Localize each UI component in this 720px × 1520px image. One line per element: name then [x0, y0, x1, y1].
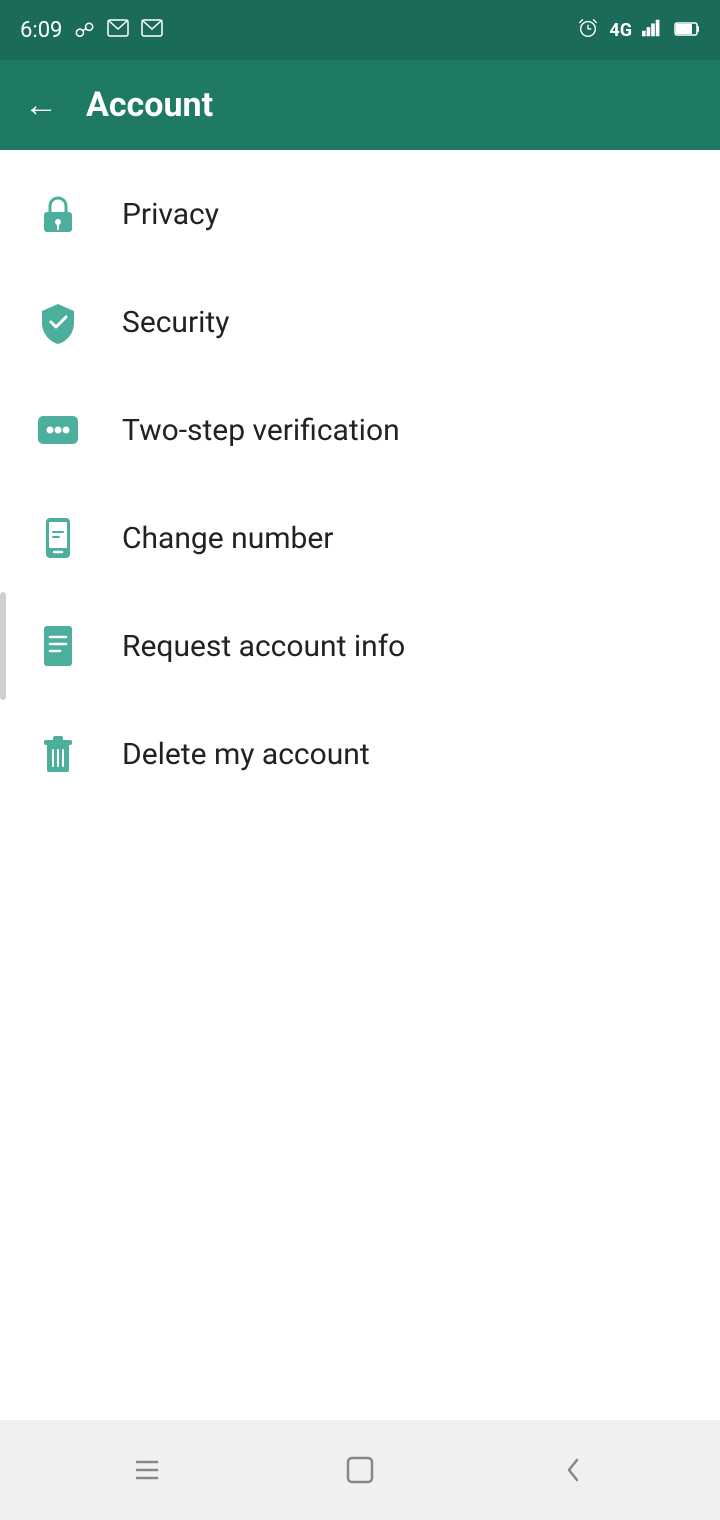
trash-icon	[30, 726, 86, 782]
back-nav-button[interactable]	[533, 1440, 613, 1500]
lock-icon	[30, 186, 86, 242]
status-bar: 6:09 ☍ 4G	[0, 0, 720, 60]
battery-icon	[674, 18, 700, 42]
menu-item-privacy[interactable]: Privacy	[0, 160, 720, 268]
menu-item-delete-account[interactable]: Delete my account	[0, 700, 720, 808]
status-time: 6:09	[20, 18, 62, 43]
menu-item-request-account-info[interactable]: Request account info	[0, 592, 720, 700]
menu-item-security[interactable]: Security	[0, 268, 720, 376]
menu-item-two-step[interactable]: Two-step verification	[0, 376, 720, 484]
scroll-indicator	[0, 592, 6, 700]
request-account-info-label: Request account info	[122, 629, 405, 664]
nav-bar	[0, 1420, 720, 1520]
alarm-icon	[577, 17, 599, 44]
home-button[interactable]	[320, 1440, 400, 1500]
menu-list: Privacy Security Two-step verification	[0, 150, 720, 1420]
page-title: Account	[86, 85, 213, 125]
recent-apps-button[interactable]	[107, 1440, 187, 1500]
status-left: 6:09 ☍	[20, 18, 163, 43]
dots-icon	[30, 402, 86, 458]
back-button[interactable]: ←	[24, 85, 58, 125]
document-icon	[30, 618, 86, 674]
status-right: 4G	[577, 17, 700, 44]
delete-account-label: Delete my account	[122, 737, 370, 772]
4g-icon: 4G	[609, 20, 632, 41]
phone-edit-icon	[30, 510, 86, 566]
change-number-label: Change number	[122, 521, 333, 556]
image-icon: ☍	[74, 18, 94, 42]
toolbar: ← Account	[0, 60, 720, 150]
security-label: Security	[122, 305, 229, 340]
gmail-icon	[107, 18, 129, 42]
signal-icon	[642, 18, 664, 42]
menu-item-change-number[interactable]: Change number	[0, 484, 720, 592]
shield-icon	[30, 294, 86, 350]
gmail2-icon	[141, 18, 163, 42]
two-step-label: Two-step verification	[122, 413, 400, 448]
privacy-label: Privacy	[122, 197, 219, 232]
